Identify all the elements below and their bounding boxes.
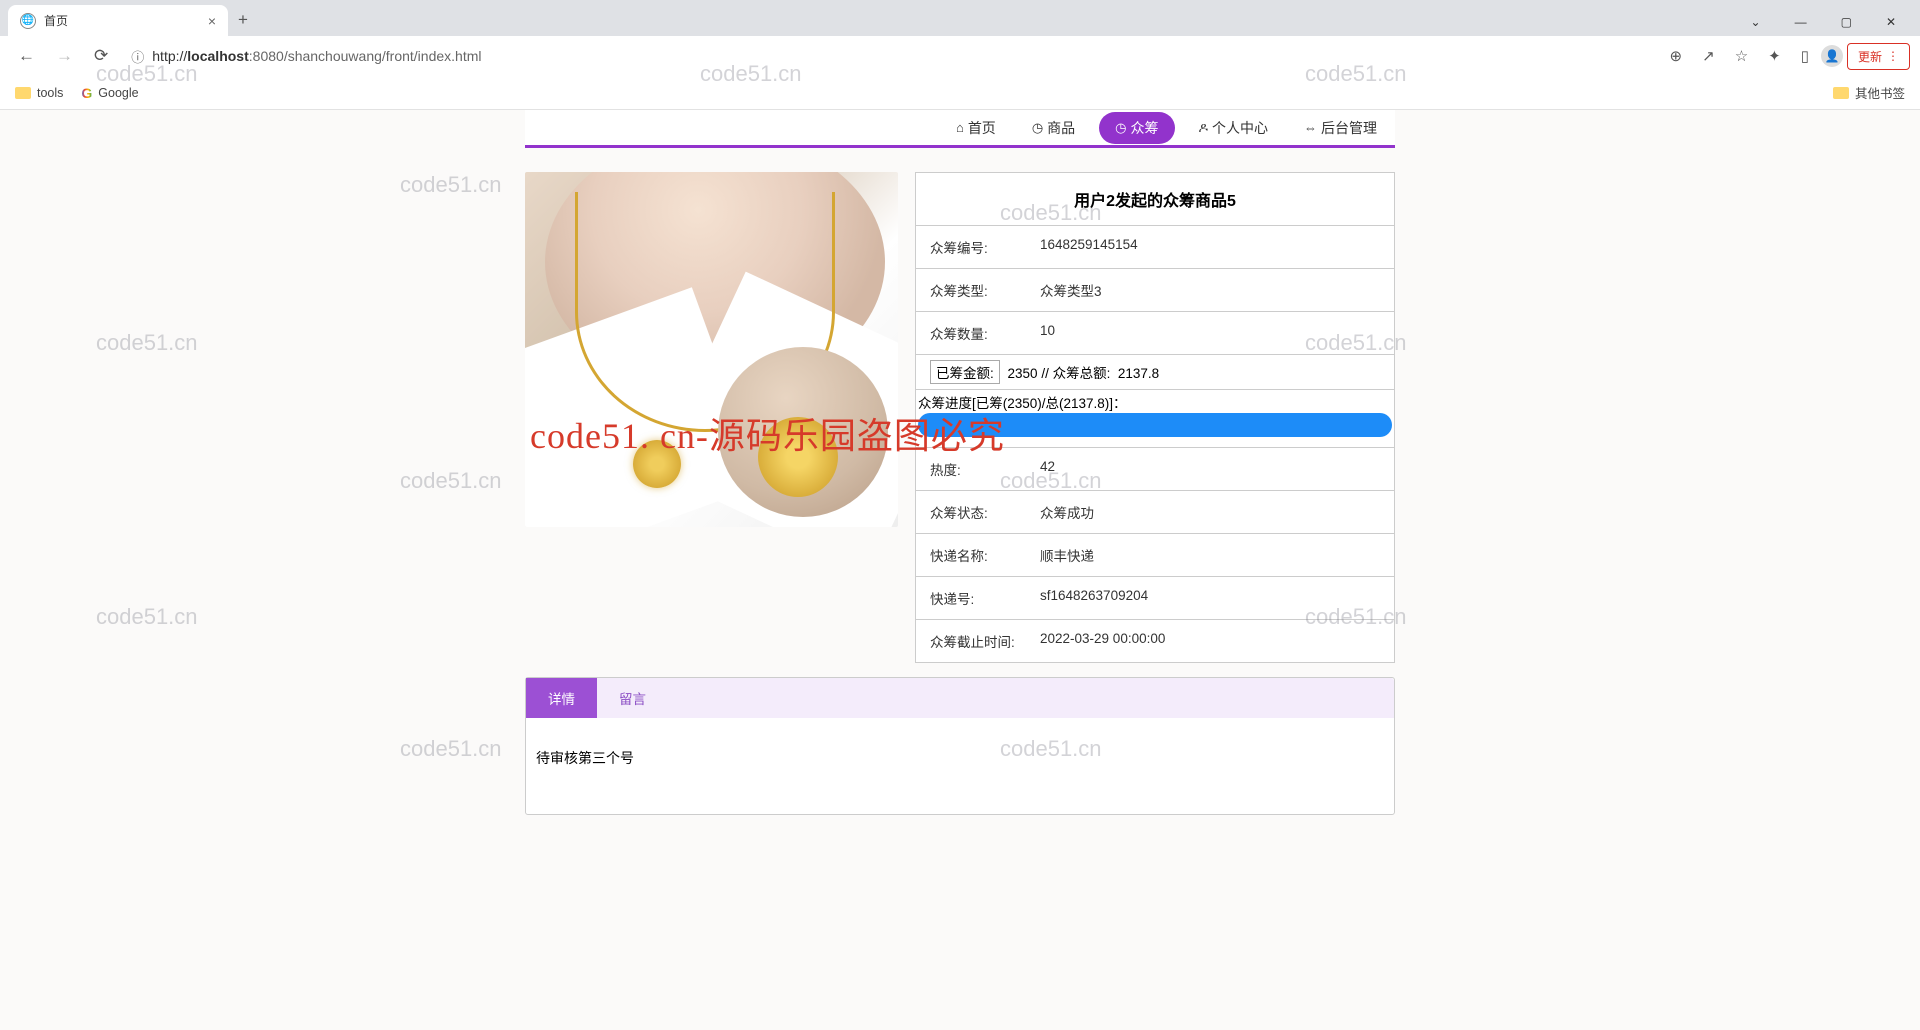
panel-icon[interactable]: ▯ (1793, 42, 1817, 70)
browser-toolbar: ← → ⟳ ⓘ http://localhost:8080/shanchouwa… (0, 36, 1920, 76)
bookmark-tools[interactable]: tools (15, 86, 63, 100)
tab-content: 待审核第三个号 (526, 718, 1394, 814)
watermark: code51.cn (96, 330, 198, 356)
nav-product[interactable]: ◷商品 (1014, 109, 1093, 147)
folder-icon (1833, 87, 1849, 99)
detail-panel: 用户2发起的众筹商品5 众筹编号: 1648259145154 众筹类型: 众筹… (915, 172, 1395, 663)
nav-crowdfund[interactable]: ◷众筹 (1099, 112, 1174, 144)
tabs-header: 详情 留言 (526, 678, 1394, 718)
progress-bar (918, 413, 1392, 437)
user-icon: ዶ (1199, 120, 1209, 136)
row-status: 众筹状态: 众筹成功 (916, 491, 1394, 534)
profile-icon[interactable]: 👤 (1821, 45, 1843, 67)
address-bar[interactable]: ⓘ http://localhost:8080/shanchouwang/fro… (121, 42, 1656, 71)
back-button[interactable]: ← (10, 41, 43, 71)
clock-icon: ◷ (1115, 120, 1126, 136)
address-text: http://localhost:8080/shanchouwang/front… (152, 48, 481, 64)
product-image (525, 172, 898, 527)
row-type: 众筹类型: 众筹类型3 (916, 269, 1394, 312)
extensions-icon[interactable]: ✦ (1760, 42, 1789, 70)
bookmarks-bar: tools GGoogle 其他书签 (0, 76, 1920, 110)
row-express: 快递名称: 顺丰快递 (916, 534, 1394, 577)
page-content: code51.cn code51.cn code51.cn code51.cn … (0, 110, 1920, 1030)
row-qty: 众筹数量: 10 (916, 312, 1394, 355)
reload-button[interactable]: ⟳ (86, 41, 116, 71)
globe-icon: 🌐 (20, 13, 36, 29)
new-tab-button[interactable]: + (228, 4, 258, 36)
close-icon[interactable]: × (208, 13, 216, 29)
info-icon: ⓘ (131, 47, 144, 66)
row-code: 众筹编号: 1648259145154 (916, 226, 1394, 269)
google-icon: G (81, 85, 92, 101)
row-amount: 已筹金额: 2350 // 众筹总额: 2137.8 (916, 355, 1394, 390)
clock-icon: ◷ (1032, 120, 1043, 136)
tab-comment[interactable]: 留言 (597, 678, 668, 718)
row-progress: 众筹进度[已筹(2350)/总(2137.8)]： (916, 390, 1394, 448)
home-icon: ⌂ (956, 120, 964, 135)
update-button[interactable]: 更新⋮ (1847, 43, 1910, 70)
row-track: 快递号: sf1648263709204 (916, 577, 1394, 620)
tab-title: 首页 (44, 12, 68, 29)
minimize-icon[interactable]: — (1779, 8, 1823, 36)
row-heat: 热度: 42 (916, 448, 1394, 491)
row-deadline: 众筹截止时间: 2022-03-29 00:00:00 (916, 620, 1394, 662)
nav-personal[interactable]: ዶ个人中心 (1181, 109, 1287, 147)
tab-detail[interactable]: 详情 (526, 678, 597, 718)
tabs-section: 详情 留言 待审核第三个号 (525, 677, 1395, 815)
watermark: code51.cn (96, 604, 198, 630)
watermark: code51.cn (400, 172, 502, 198)
watermark: code51.cn (400, 736, 502, 762)
site-navbar: ⌂首页 ◷商品 ◷众筹 ዶ个人中心 ⇔后台管理 (525, 110, 1395, 148)
dropdown-icon[interactable]: ⌄ (1735, 8, 1777, 36)
zoom-icon[interactable]: ⊕ (1662, 42, 1691, 70)
nav-home[interactable]: ⌂首页 (938, 109, 1014, 147)
share-icon[interactable]: ↗ (1694, 42, 1723, 70)
bookmark-other[interactable]: 其他书签 (1833, 83, 1905, 102)
watermark: code51.cn (400, 468, 502, 494)
forward-button[interactable]: → (48, 41, 81, 71)
browser-tab[interactable]: 🌐 首页 × (8, 5, 228, 36)
star-icon[interactable]: ☆ (1727, 42, 1756, 70)
link-icon: ⇔ (1304, 120, 1317, 135)
nav-admin[interactable]: ⇔后台管理 (1286, 109, 1395, 147)
bookmark-google[interactable]: GGoogle (81, 85, 138, 101)
close-window-icon[interactable]: ✕ (1870, 8, 1912, 36)
browser-chrome: 🌐 首页 × + ⌄ — ▢ ✕ ← → ⟳ ⓘ http://localhos… (0, 0, 1920, 110)
product-title: 用户2发起的众筹商品5 (916, 173, 1394, 226)
tab-bar: 🌐 首页 × + ⌄ — ▢ ✕ (0, 0, 1920, 36)
maximize-icon[interactable]: ▢ (1825, 8, 1868, 36)
folder-icon (15, 87, 31, 99)
